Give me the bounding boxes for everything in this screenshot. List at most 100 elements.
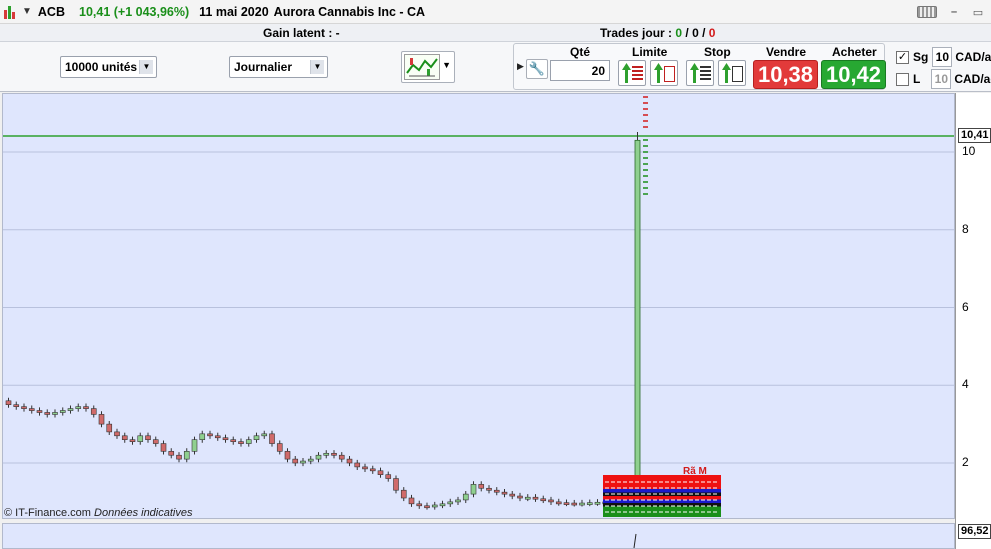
indicator-pane[interactable] xyxy=(2,523,955,549)
axis-tick-label: 6 xyxy=(962,299,969,314)
candle xyxy=(238,441,244,444)
candle xyxy=(509,493,516,497)
stop-gain-row: ✓ Sg 10 CAD/ac xyxy=(896,47,991,67)
candle xyxy=(455,499,461,503)
candle xyxy=(269,433,275,444)
candle xyxy=(199,433,206,440)
quantity-input[interactable]: 20 xyxy=(550,60,610,81)
expand-arrow-icon[interactable]: ▶ xyxy=(517,61,524,72)
chevron-down-icon[interactable]: ▼ xyxy=(442,60,451,70)
candle xyxy=(408,497,415,505)
limit-checkbox[interactable] xyxy=(896,72,909,86)
candle xyxy=(462,493,469,501)
candle xyxy=(431,504,438,508)
candle xyxy=(83,406,89,409)
axis-tick-label: 10 xyxy=(962,144,976,158)
candle xyxy=(300,460,306,464)
trades-sep-2: / xyxy=(698,26,709,40)
candle xyxy=(524,496,531,500)
credit-note: Données indicatives xyxy=(94,507,193,519)
limit-sell-button[interactable] xyxy=(650,60,678,86)
candle xyxy=(176,454,182,460)
candle xyxy=(160,443,167,452)
quote-date: 11 mai 2020 xyxy=(199,4,269,19)
candle xyxy=(369,468,376,472)
toolbar: 10000 unités ▼ Journalier ▼ ▼ ▶ 🔧 Qté 20… xyxy=(0,42,991,92)
limit-buy-button[interactable] xyxy=(618,60,646,86)
chart-canvas[interactable]: Rã M xyxy=(3,94,954,518)
stop-buy-button[interactable] xyxy=(686,60,714,86)
candle xyxy=(207,433,213,437)
candle xyxy=(594,501,601,505)
candle xyxy=(129,439,136,442)
quote-change: 10,41 (+1 043,96%) xyxy=(79,4,190,19)
candle xyxy=(493,489,500,493)
ticker-symbol[interactable]: ACB xyxy=(38,5,65,19)
candlestick-icon[interactable] xyxy=(4,5,18,19)
candle xyxy=(307,458,314,462)
candle xyxy=(67,408,74,411)
limit-row: L 10 CAD/ac xyxy=(896,69,991,89)
sell-button[interactable]: 10,38 xyxy=(753,60,818,89)
candle xyxy=(416,503,423,507)
stop-gain-input[interactable]: 10 xyxy=(932,47,953,67)
buy-button[interactable]: 10,42 xyxy=(821,60,886,89)
candle xyxy=(571,502,578,506)
candle xyxy=(28,408,35,411)
candle xyxy=(338,454,345,460)
period-select[interactable]: Journalier ▼ xyxy=(229,56,328,78)
candle xyxy=(548,499,554,503)
trades-today-label: Trades jour : xyxy=(600,26,676,40)
minimize-icon[interactable]: – xyxy=(947,6,961,18)
order-level-band xyxy=(603,496,721,500)
restore-icon[interactable]: ▭ xyxy=(971,6,985,19)
order-level-band xyxy=(603,482,721,486)
overlay-label: Rã M xyxy=(683,466,707,477)
spike-candle xyxy=(634,139,641,503)
trades-today: Trades jour : 0 / 0 / 0 xyxy=(600,26,715,40)
limit-label-l: L xyxy=(913,72,921,86)
candle xyxy=(121,435,128,440)
candle xyxy=(168,451,175,456)
trades-sep-1: / xyxy=(682,26,693,40)
stop-gain-checkbox[interactable]: ✓ xyxy=(896,50,909,64)
chart-tools-icon xyxy=(404,54,440,80)
limit-unit: CAD/ac xyxy=(954,72,991,86)
sell-label: Vendre xyxy=(766,45,807,59)
candle xyxy=(152,439,159,444)
candle xyxy=(292,458,299,464)
trades-count-c: 0 xyxy=(708,26,716,40)
credit-source: © IT-Finance.com xyxy=(4,507,91,519)
last-price-tag: 10,41 xyxy=(958,128,991,143)
candle xyxy=(323,452,330,456)
stop-sell-button[interactable] xyxy=(718,60,746,86)
data-credit: © IT-Finance.com Données indicatives xyxy=(4,507,192,519)
candle xyxy=(393,478,399,491)
wrench-icon[interactable]: 🔧 xyxy=(526,59,548,79)
chart-type-button[interactable]: ▼ xyxy=(401,51,455,83)
price-chart[interactable]: Rã M xyxy=(2,93,955,519)
chevron-down-icon[interactable]: ▼ xyxy=(22,6,32,17)
units-select[interactable]: 10000 unités ▼ xyxy=(60,56,157,78)
candle xyxy=(5,400,12,405)
candle xyxy=(501,491,508,495)
chevron-down-icon[interactable]: ▼ xyxy=(139,60,153,74)
trades-count-b: 0 xyxy=(692,26,699,40)
candle xyxy=(245,439,252,444)
order-level-band xyxy=(603,513,721,517)
candle xyxy=(563,502,570,505)
price-axis[interactable] xyxy=(955,93,991,549)
period-select-value: Journalier xyxy=(234,60,293,74)
keyboard-icon[interactable] xyxy=(917,6,937,18)
candle xyxy=(517,495,523,499)
candle xyxy=(276,443,283,452)
candle xyxy=(540,498,547,502)
candle xyxy=(75,406,82,409)
candle xyxy=(145,435,151,440)
candle xyxy=(261,433,268,437)
candle xyxy=(486,487,492,491)
chevron-down-icon[interactable]: ▼ xyxy=(310,60,324,74)
axis-tick-label: 2 xyxy=(962,455,969,469)
limit-input[interactable]: 10 xyxy=(931,69,952,89)
candle xyxy=(59,410,66,413)
